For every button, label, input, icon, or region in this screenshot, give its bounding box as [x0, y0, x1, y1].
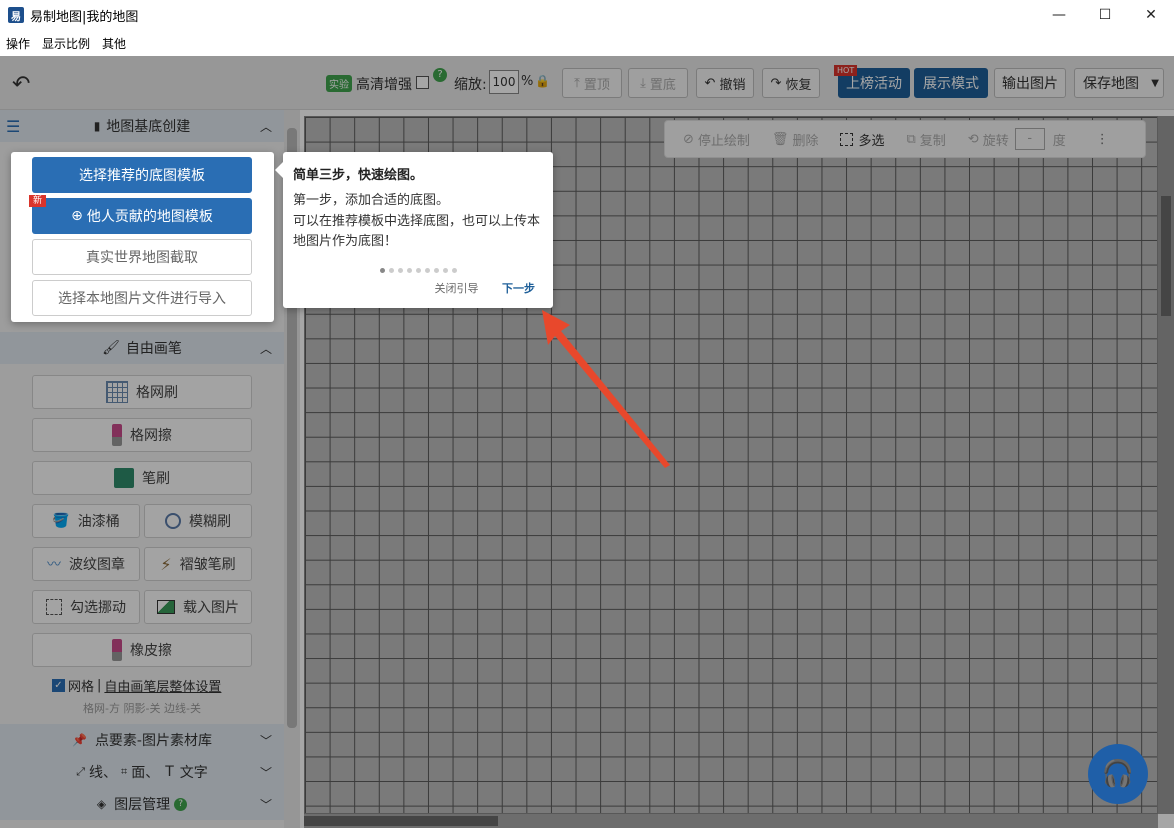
title-bar: 易 易制地图|我的地图 — ☐ ✕	[0, 0, 1174, 30]
step-dot[interactable]	[415, 268, 421, 273]
step-dot[interactable]	[388, 268, 394, 273]
step-dot[interactable]	[379, 268, 385, 273]
import-local-image-button[interactable]: 选择本地图片文件进行导入	[32, 280, 252, 316]
menu-bar: 操作 显示比例 其他	[0, 30, 1174, 56]
new-badge: 新	[29, 195, 47, 207]
step-dot[interactable]	[442, 268, 448, 273]
menu-other[interactable]: 其他	[102, 35, 126, 52]
step-dot[interactable]	[433, 268, 439, 273]
maximize-button[interactable]: ☐	[1082, 0, 1128, 30]
guide-actions: 关闭引导 下一步	[435, 280, 536, 296]
menu-operate[interactable]: 操作	[6, 35, 30, 52]
support-helper-button[interactable]: 🎧	[1088, 744, 1148, 804]
recommended-template-button[interactable]: 选择推荐的底图模板	[32, 157, 252, 193]
step-dot[interactable]	[451, 268, 457, 273]
minimize-button[interactable]: —	[1036, 0, 1082, 30]
next-step-button[interactable]: 下一步	[502, 282, 535, 295]
window-title: 易制地图|我的地图	[30, 9, 139, 25]
step-dot[interactable]	[397, 268, 403, 273]
guide-step-dots	[293, 262, 543, 277]
globe-icon: ⊕	[71, 208, 83, 224]
menu-scale[interactable]: 显示比例	[42, 35, 90, 52]
contributed-template-label: 他人贡献的地图模板	[86, 209, 213, 225]
base-creation-panel: 选择推荐的底图模板 ⊕ 他人贡献的地图模板 新 真实世界地图截取 选择本地图片文…	[11, 152, 274, 322]
guide-title: 简单三步，快速绘图。	[293, 168, 424, 183]
app-icon: 易	[8, 7, 24, 23]
guide-line1: 第一步，添加合适的底图。	[293, 193, 450, 208]
guide-tooltip: 简单三步，快速绘图。 第一步，添加合适的底图。 可以在推荐模板中选择底图，也可以…	[275, 152, 553, 308]
guide-line2: 可以在推荐模板中选择底图，也可以上传本地图片作为底图！	[293, 214, 541, 249]
guide-arrow	[542, 310, 670, 468]
guide-arrow-shape	[542, 310, 670, 468]
close-guide-button[interactable]: 关闭引导	[435, 282, 479, 295]
step-dot[interactable]	[406, 268, 412, 273]
step-dot[interactable]	[424, 268, 430, 273]
close-button[interactable]: ✕	[1128, 0, 1174, 30]
contributed-template-button[interactable]: ⊕ 他人贡献的地图模板	[32, 198, 252, 234]
headset-icon: 🎧	[1101, 759, 1135, 789]
real-world-map-button[interactable]: 真实世界地图截取	[32, 239, 252, 275]
